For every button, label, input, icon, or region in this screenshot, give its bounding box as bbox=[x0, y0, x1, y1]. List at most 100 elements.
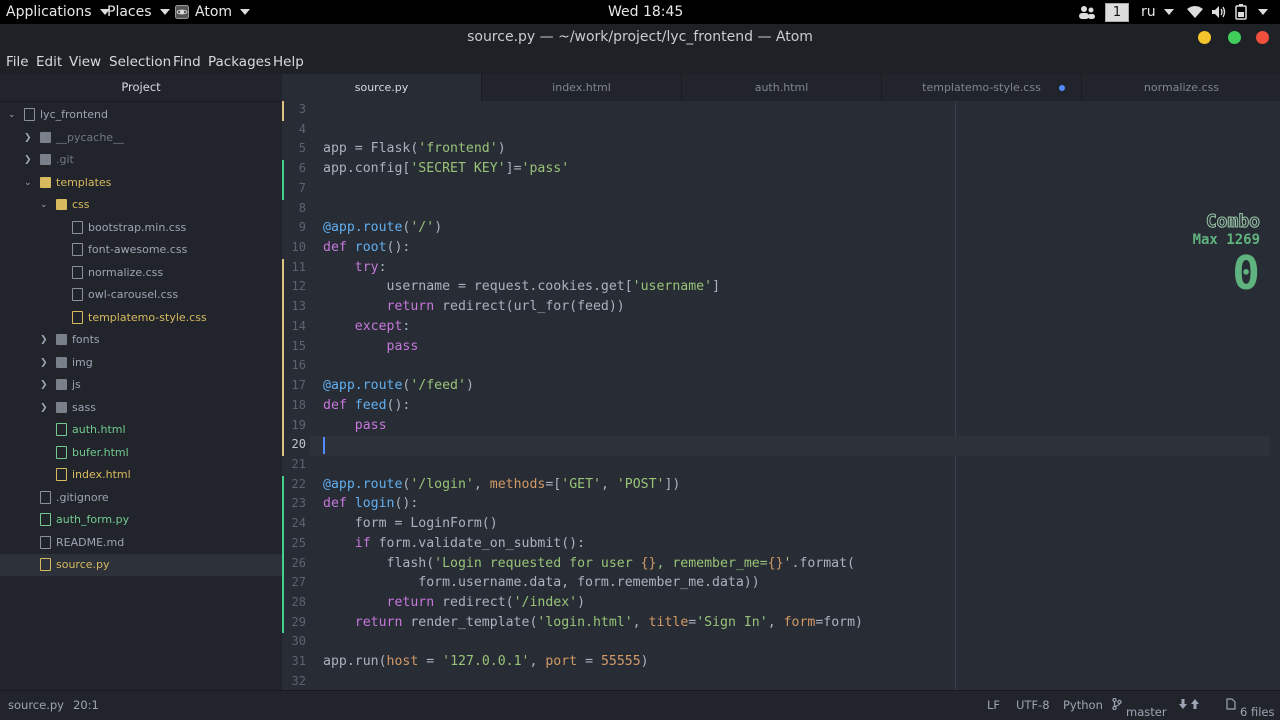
status-file-name[interactable]: source.py bbox=[8, 698, 64, 712]
folder-icon bbox=[56, 401, 67, 413]
status-files[interactable]: 6 files bbox=[1226, 698, 1274, 719]
chevron-down-icon[interactable]: ⌄ bbox=[24, 172, 34, 194]
status-encoding[interactable]: UTF-8 bbox=[1016, 698, 1050, 712]
code-line: app.config['SECRET KEY']='pass' bbox=[323, 161, 570, 177]
maximize-button[interactable] bbox=[1228, 31, 1241, 44]
keyboard-layout-menu[interactable]: ru bbox=[1141, 0, 1174, 24]
chevron-down-icon[interactable]: ⌄ bbox=[40, 194, 50, 216]
chevron-right-icon[interactable]: ❯ bbox=[40, 374, 50, 396]
menu-file[interactable]: File bbox=[6, 54, 29, 70]
git-modified-marker bbox=[282, 377, 284, 397]
line-number: 15 bbox=[291, 338, 306, 353]
clock[interactable]: Wed 18:45 bbox=[608, 0, 683, 24]
file-icon bbox=[72, 288, 83, 301]
code-line: form.username.data, form.remember_me.dat… bbox=[323, 575, 760, 591]
tab-normalize-css[interactable]: normalize.css bbox=[1082, 74, 1280, 101]
tree-item-bufer-html[interactable]: bufer.html bbox=[0, 442, 282, 464]
tree-item-templatemo-style-css[interactable]: templatemo-style.css bbox=[0, 307, 282, 329]
applications-menu[interactable]: Applications bbox=[6, 0, 110, 24]
git-modified-marker bbox=[282, 436, 284, 456]
volume-icon[interactable] bbox=[1211, 0, 1227, 24]
status-bar: source.py 20:1 LF UTF-8 Python master 6 … bbox=[0, 690, 1280, 720]
tab-templatemo-style-css[interactable]: templatemo-style.css bbox=[882, 74, 1082, 101]
tree-item-index-html[interactable]: index.html bbox=[0, 464, 282, 486]
atom-app-icon bbox=[175, 5, 189, 19]
tree-item-source-py[interactable]: source.py bbox=[0, 554, 282, 576]
line-number: 17 bbox=[291, 378, 306, 393]
code-line: return render_template('login.html', tit… bbox=[354, 614, 863, 630]
tree-item-bootstrap-min-css[interactable]: bootstrap.min.css bbox=[0, 217, 282, 239]
line-number: 29 bbox=[291, 614, 306, 629]
menu-packages[interactable]: Packages bbox=[208, 54, 271, 70]
chevron-down-icon bbox=[1163, 9, 1174, 15]
status-branch[interactable]: master bbox=[1112, 697, 1167, 719]
git-modified-marker bbox=[282, 278, 284, 299]
tab-label: auth.html bbox=[754, 81, 809, 94]
menu-edit[interactable]: Edit bbox=[36, 54, 62, 70]
combo-count: 0 bbox=[1232, 246, 1260, 300]
people-icon[interactable] bbox=[1078, 0, 1096, 24]
menu-selection[interactable]: Selection bbox=[109, 54, 171, 70]
tree-item-owl-carousel-css[interactable]: owl-carousel.css bbox=[0, 284, 282, 306]
close-button[interactable] bbox=[1256, 31, 1269, 44]
tree-item-templates[interactable]: ⌄ templates bbox=[0, 172, 282, 194]
tab-label: index.html bbox=[552, 81, 611, 94]
tree-item-normalize-css[interactable]: normalize.css bbox=[0, 262, 282, 284]
tree-item-css[interactable]: ⌄ css bbox=[0, 194, 282, 216]
window-title-bar[interactable]: source.py — ~/work/project/lyc_frontend … bbox=[0, 24, 1280, 51]
tree-item-git[interactable]: ❯ .git bbox=[0, 149, 282, 171]
tree-item-sass[interactable]: ❯ sass bbox=[0, 397, 282, 419]
tree-item-js[interactable]: ❯ js bbox=[0, 374, 282, 396]
chevron-right-icon[interactable]: ❯ bbox=[24, 127, 34, 149]
chevron-down-icon[interactable]: ⌄ bbox=[8, 104, 18, 126]
tab-auth-html[interactable]: auth.html bbox=[682, 74, 882, 101]
folder-icon bbox=[40, 131, 51, 143]
battery-icon[interactable] bbox=[1235, 0, 1249, 24]
chevron-right-icon[interactable]: ❯ bbox=[40, 329, 50, 351]
status-line-ending[interactable]: LF bbox=[987, 698, 1000, 712]
tree-item-auth-form-py[interactable]: auth_form.py bbox=[0, 509, 282, 531]
tree-item-label: img bbox=[72, 355, 93, 369]
tree-item-img[interactable]: ❯ img bbox=[0, 352, 282, 374]
tab-source-py[interactable]: source.py bbox=[282, 74, 482, 101]
tree-item-gitignore[interactable]: .gitignore bbox=[0, 487, 282, 509]
places-label: Places bbox=[107, 4, 152, 20]
tree-item-fonts[interactable]: ❯ fonts bbox=[0, 329, 282, 351]
status-cursor-position[interactable]: 20:1 bbox=[73, 698, 99, 712]
workspace-indicator[interactable]: 1 bbox=[1105, 0, 1129, 24]
menu-find[interactable]: Find bbox=[173, 54, 201, 70]
chevron-right-icon[interactable]: ❯ bbox=[40, 352, 50, 374]
tree-item-label: bufer.html bbox=[72, 445, 129, 459]
line-number: 18 bbox=[291, 397, 306, 412]
tree-item-lyc-frontend[interactable]: ⌄ lyc_frontend bbox=[0, 104, 282, 126]
git-fetch-icon[interactable] bbox=[1178, 698, 1200, 713]
git-added-marker bbox=[282, 534, 284, 555]
status-grammar[interactable]: Python bbox=[1063, 698, 1103, 712]
chevron-right-icon[interactable]: ❯ bbox=[40, 397, 50, 419]
minimize-button[interactable] bbox=[1198, 31, 1211, 44]
tree-item-auth-html[interactable]: auth.html bbox=[0, 419, 282, 441]
tree-item-font-awesome-css[interactable]: font-awesome.css bbox=[0, 239, 282, 261]
folder-icon bbox=[56, 356, 67, 368]
app-menu[interactable]: Atom bbox=[175, 0, 251, 24]
git-added-marker bbox=[282, 475, 284, 496]
wifi-icon[interactable] bbox=[1187, 0, 1203, 24]
menu-view[interactable]: View bbox=[69, 54, 101, 70]
tab-index-html[interactable]: index.html bbox=[482, 74, 682, 101]
line-number: 27 bbox=[291, 575, 306, 590]
file-icon bbox=[40, 490, 51, 504]
code-editor[interactable]: 3 4 5 app = Flask('frontend') 6 app.config['S… bbox=[282, 101, 1280, 690]
line-number: 12 bbox=[291, 279, 306, 294]
system-menu-caret[interactable] bbox=[1256, 0, 1268, 24]
places-menu[interactable]: Places bbox=[107, 0, 170, 24]
tree-item-pycache[interactable]: ❯ __pycache__ bbox=[0, 127, 282, 149]
chevron-right-icon[interactable]: ❯ bbox=[24, 149, 34, 171]
line-number: 11 bbox=[291, 259, 306, 274]
tree-item-label: auth.html bbox=[72, 423, 126, 436]
git-modified-marker bbox=[282, 357, 284, 378]
git-added-marker bbox=[282, 594, 284, 614]
line-number: 31 bbox=[291, 654, 306, 669]
menu-help[interactable]: Help bbox=[273, 54, 304, 70]
tree-item-readme-md[interactable]: README.md bbox=[0, 532, 282, 554]
file-icon bbox=[40, 558, 51, 571]
